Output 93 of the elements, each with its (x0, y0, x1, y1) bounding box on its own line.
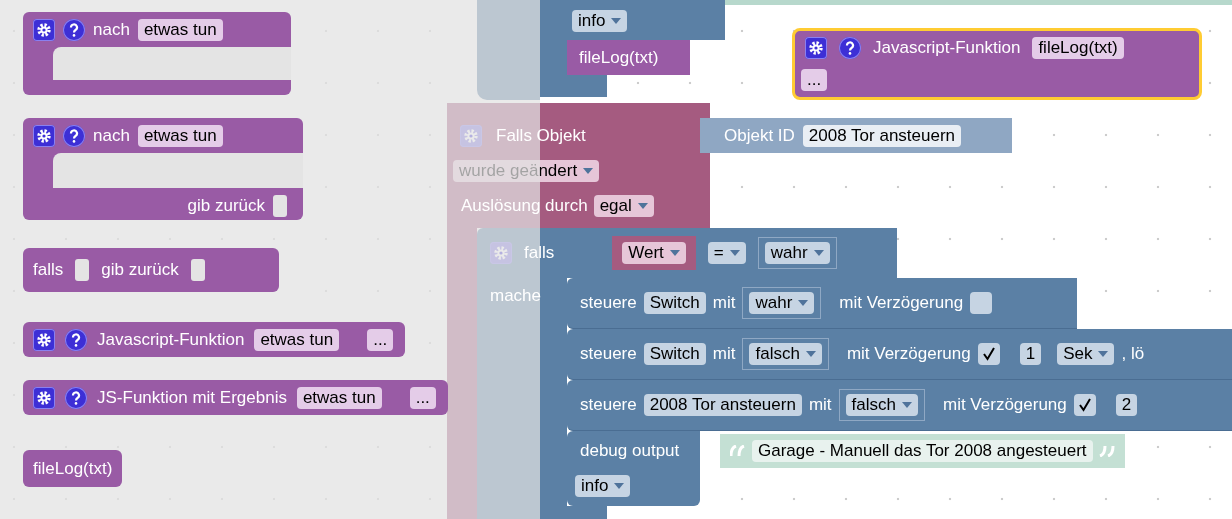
function-block[interactable]: Javascript-Funktion etwas tun ... (23, 322, 406, 357)
block-label: Auslösung durch (461, 195, 588, 216)
function-call-block[interactable]: fileLog(txt) (23, 450, 123, 487)
block-label: steuere (580, 395, 637, 415)
block-label: , lö (1121, 344, 1145, 364)
block-label: gib zurück (101, 260, 179, 280)
caret-icon (583, 167, 594, 174)
dropdown[interactable]: info (575, 475, 631, 497)
control-block[interactable]: steuere Switch mit falsch mit Verzögerung 1 Sek , lö (567, 329, 1232, 380)
quote-icon (730, 445, 746, 457)
block-footer (540, 75, 607, 97)
block-label: JS-Funktion mit Ergebnis (97, 387, 287, 408)
block-label: mache (490, 286, 542, 305)
text-field[interactable]: etwas tun (137, 18, 223, 41)
block-label: Javascript-Funktion (873, 38, 1021, 58)
settings-icon[interactable] (33, 386, 55, 409)
text-field[interactable]: Switch (643, 292, 706, 314)
variable-block[interactable]: Wert (612, 236, 696, 270)
block-label: mit (712, 344, 736, 364)
text-block[interactable]: Garage - Manuell das Tor 2008 angesteuert (720, 434, 1125, 468)
dropdown[interactable]: info (572, 10, 628, 32)
log-block[interactable]: info (540, 0, 725, 40)
block-label: nach (93, 125, 130, 146)
block-label: mit (712, 293, 736, 313)
settings-icon[interactable] (33, 124, 55, 147)
text-field[interactable]: etwas tun (137, 124, 223, 147)
dropdown[interactable]: Sek (1057, 343, 1115, 365)
text-field[interactable]: Garage - Manuell das Tor 2008 angesteuert (752, 440, 1093, 462)
caret-icon (902, 402, 912, 408)
text-field[interactable]: etwas tun (296, 386, 382, 409)
text-field[interactable]: 2008 Tor ansteuern (802, 124, 962, 147)
checkbox[interactable] (977, 343, 1000, 365)
parameter-field[interactable]: ... (801, 69, 828, 91)
block-label: steuere (580, 293, 637, 313)
text-field[interactable]: 2 (1115, 394, 1138, 416)
help-icon[interactable] (65, 386, 87, 409)
text-field[interactable]: 2008 Tor ansteuern (643, 394, 802, 416)
text-field[interactable]: fileLog(txt) (1032, 37, 1124, 59)
dropdown[interactable]: egal (593, 194, 654, 217)
caret-icon (729, 250, 740, 256)
object-id-block[interactable]: Objekt ID 2008 Tor ansteuern (700, 118, 1012, 153)
help-icon[interactable] (839, 37, 861, 59)
return-block[interactable]: falls gib zurück (23, 248, 279, 292)
block-label: mit Verzögerung (846, 344, 971, 364)
checkbox[interactable] (970, 292, 993, 314)
input-socket (273, 195, 287, 217)
control-block[interactable]: steuere Switch mit wahr mit Verzögerung (567, 278, 1077, 329)
settings-icon[interactable] (33, 18, 55, 41)
input-socket (190, 259, 205, 281)
caret-icon (611, 18, 622, 24)
text-field[interactable]: etwas tun (254, 328, 340, 351)
caret-icon (805, 351, 816, 357)
block-label: steuere (580, 344, 637, 364)
caret-icon (813, 250, 824, 256)
function-call-block[interactable]: fileLog(txt) (567, 40, 690, 75)
block-label: gib zurück (187, 196, 265, 216)
parameter-field[interactable]: ... (409, 386, 436, 409)
checkbox[interactable] (1073, 394, 1096, 416)
function-block[interactable]: JS-Funktion mit Ergebnis etwas tun ... (23, 380, 448, 415)
dropdown[interactable]: Wert (622, 242, 686, 264)
settings-icon[interactable] (805, 37, 827, 59)
dropdown[interactable]: falsch (845, 394, 918, 416)
dropdown[interactable]: = (707, 242, 746, 264)
parameter-field[interactable]: ... (367, 328, 394, 351)
caret-icon (798, 300, 809, 306)
check-icon (981, 347, 996, 361)
block-label: falls (33, 260, 64, 280)
help-icon[interactable] (63, 18, 85, 41)
text-field[interactable]: 1 (1019, 343, 1042, 365)
block-label: debug output (580, 441, 680, 461)
help-icon[interactable] (63, 124, 85, 147)
text-field[interactable]: Switch (643, 343, 706, 365)
caret-icon (1098, 351, 1109, 357)
block-label: mit (808, 395, 832, 415)
check-icon (1077, 398, 1092, 412)
block-label: Javascript-Funktion (97, 329, 245, 350)
block-label: nach (93, 19, 130, 40)
block-label: Objekt ID (724, 125, 795, 146)
caret-icon (614, 483, 625, 489)
caret-icon (669, 250, 680, 256)
quote-icon (1098, 445, 1115, 457)
dropdown[interactable]: wahr (764, 242, 830, 264)
dropdown[interactable]: falsch (749, 343, 822, 365)
block-label: mit Verzögerung (943, 395, 1067, 415)
settings-icon[interactable] (33, 328, 55, 351)
function-block[interactable]: Javascript-Funktion fileLog(txt) ... (792, 28, 1202, 100)
block-label: mit Verzögerung (839, 293, 964, 313)
control-block[interactable]: steuere 2008 Tor ansteuern mit falsch mit Verzögerung 2 (567, 380, 1232, 431)
caret-icon (637, 202, 648, 209)
procedure-block[interactable]: nach etwas tun (23, 12, 291, 95)
input-socket (75, 259, 90, 281)
dropdown[interactable]: wahr (749, 292, 815, 314)
help-icon[interactable] (65, 328, 87, 351)
